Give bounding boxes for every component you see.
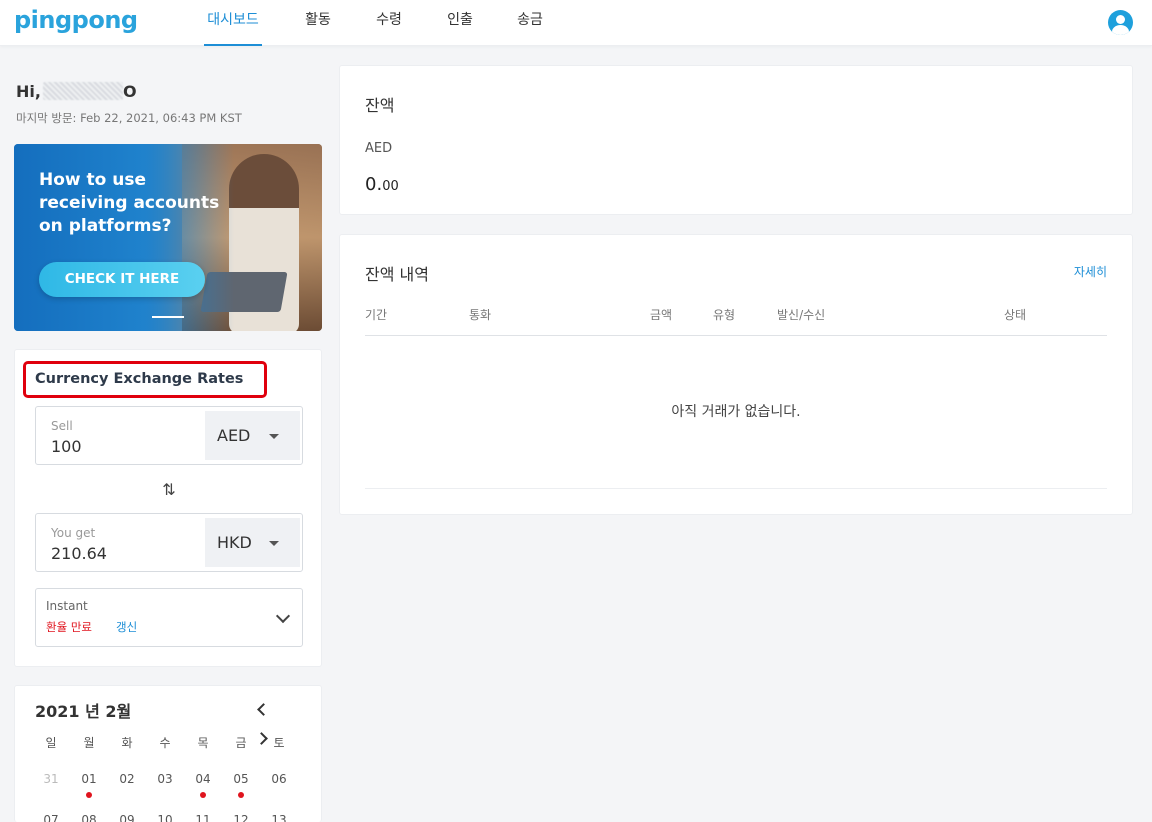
you-get-amount[interactable]: 210.64 — [51, 544, 107, 563]
sell-label: Sell — [51, 419, 73, 433]
table-footer-divider — [365, 488, 1107, 489]
balance-amount: 0.00 — [365, 174, 399, 195]
sell-currency-select[interactable]: AED — [205, 411, 300, 460]
greeting-prefix: Hi, — [16, 82, 41, 101]
sell-amount[interactable]: 100 — [51, 437, 82, 456]
user-avatar-icon[interactable] — [1108, 10, 1133, 35]
refresh-rate-link[interactable]: 갱신 — [116, 619, 137, 635]
calendar-day[interactable]: 09 — [112, 813, 142, 822]
you-get-field[interactable]: You get 210.64 HKD — [35, 513, 303, 572]
tab-withdraw[interactable]: 인출 — [445, 0, 475, 46]
sell-field[interactable]: Sell 100 AED — [35, 406, 303, 465]
column-header-type: 유형 — [713, 308, 736, 322]
top-navigation-bar: pingpong 대시보드 활동 수령 인출 송금 — [0, 0, 1152, 46]
caret-down-icon — [269, 541, 279, 546]
calendar-day[interactable]: 04 — [188, 772, 218, 786]
rate-expired-text: 환율 만료 — [46, 620, 92, 634]
calendar-day[interactable]: 03 — [150, 772, 180, 786]
balance-currency: AED — [365, 141, 393, 156]
tab-transfer[interactable]: 송금 — [515, 0, 545, 46]
history-title: 잔액 내역 — [365, 265, 429, 284]
promo-banner[interactable]: How to use receiving accounts on platfor… — [14, 144, 322, 331]
you-get-label: You get — [51, 526, 96, 540]
check-it-here-button[interactable]: CHECK IT HERE — [39, 262, 205, 297]
calendar-day[interactable]: 11 — [188, 813, 218, 822]
caret-down-icon — [269, 434, 279, 439]
weekday-fri: 금 — [235, 736, 247, 750]
weekday-sat: 토 — [273, 736, 285, 750]
balance-amount-dec: 00 — [382, 179, 399, 194]
event-dot — [86, 792, 92, 798]
calendar-day[interactable]: 31 — [36, 772, 66, 786]
pingpong-logo[interactable]: pingpong — [14, 6, 138, 34]
weekday-tue: 화 — [121, 736, 133, 750]
event-dot — [238, 792, 244, 798]
column-header-sender-receiver: 발신/수신 — [777, 308, 826, 322]
event-dot — [200, 792, 206, 798]
instant-label: Instant — [46, 599, 88, 613]
greeting-suffix: O — [122, 82, 137, 101]
currency-exchange-card: Currency Exchange Rates Sell 100 AED ⇅ Y… — [14, 349, 322, 667]
view-details-link[interactable]: 자세히 — [1074, 263, 1107, 280]
tab-receive[interactable]: 수령 — [374, 0, 404, 46]
weekday-mon: 월 — [83, 736, 95, 750]
calendar-day[interactable]: 12 — [226, 813, 256, 822]
column-header-period: 기간 — [365, 308, 388, 322]
chevron-left-icon[interactable] — [257, 703, 270, 716]
weekday-thu: 목 — [197, 736, 209, 750]
weekday-wed: 수 — [159, 736, 171, 750]
redacted-name — [42, 82, 123, 100]
tab-dashboard[interactable]: 대시보드 — [204, 0, 262, 46]
instant-rate-dropdown[interactable]: Instant 환율 만료 갱신 — [35, 588, 303, 647]
banner-headline: How to use receiving accounts on platfor… — [39, 170, 220, 236]
calendar-day[interactable]: 06 — [264, 772, 294, 786]
get-currency-select[interactable]: HKD — [205, 518, 300, 567]
sell-currency-value: AED — [217, 426, 251, 445]
empty-state-message: 아직 거래가 없습니다. — [671, 404, 801, 420]
calendar-day[interactable]: 08 — [74, 813, 104, 822]
fx-title: Currency Exchange Rates — [23, 361, 267, 398]
calendar-card: 2021 년 2월 일 월 화 수 목 금 토 31 01 02 03 04 0… — [14, 685, 322, 822]
column-header-status: 상태 — [1004, 308, 1027, 322]
calendar-day[interactable]: 07 — [36, 813, 66, 822]
table-header-divider — [365, 335, 1107, 336]
balance-amount-int: 0. — [365, 174, 383, 195]
calendar-day[interactable]: 01 — [74, 772, 104, 786]
balance-title: 잔액 — [365, 96, 395, 115]
calendar-month-title: 2021 년 2월 — [35, 702, 132, 721]
weekday-sun: 일 — [45, 736, 57, 750]
last-visit-text: 마지막 방문: Feb 22, 2021, 06:43 PM KST — [16, 111, 242, 125]
get-currency-value: HKD — [217, 533, 252, 552]
column-header-currency: 통화 — [469, 308, 492, 322]
chevron-down-icon[interactable] — [275, 608, 291, 624]
carousel-indicator[interactable] — [152, 316, 184, 318]
calendar-day[interactable]: 05 — [226, 772, 256, 786]
calendar-day[interactable]: 10 — [150, 813, 180, 822]
balance-card: 잔액 AED 0.00 — [339, 65, 1133, 215]
tab-activity[interactable]: 활동 — [303, 0, 333, 46]
calendar-day[interactable]: 02 — [112, 772, 142, 786]
column-header-amount: 금액 — [650, 308, 673, 322]
balance-history-card: 잔액 내역 자세히 기간 통화 금액 유형 발신/수신 상태 아직 거래가 없습… — [339, 234, 1133, 515]
greeting: Hi, O — [16, 82, 137, 101]
calendar-day[interactable]: 13 — [264, 813, 294, 822]
swap-arrows-icon[interactable]: ⇅ — [161, 480, 177, 500]
